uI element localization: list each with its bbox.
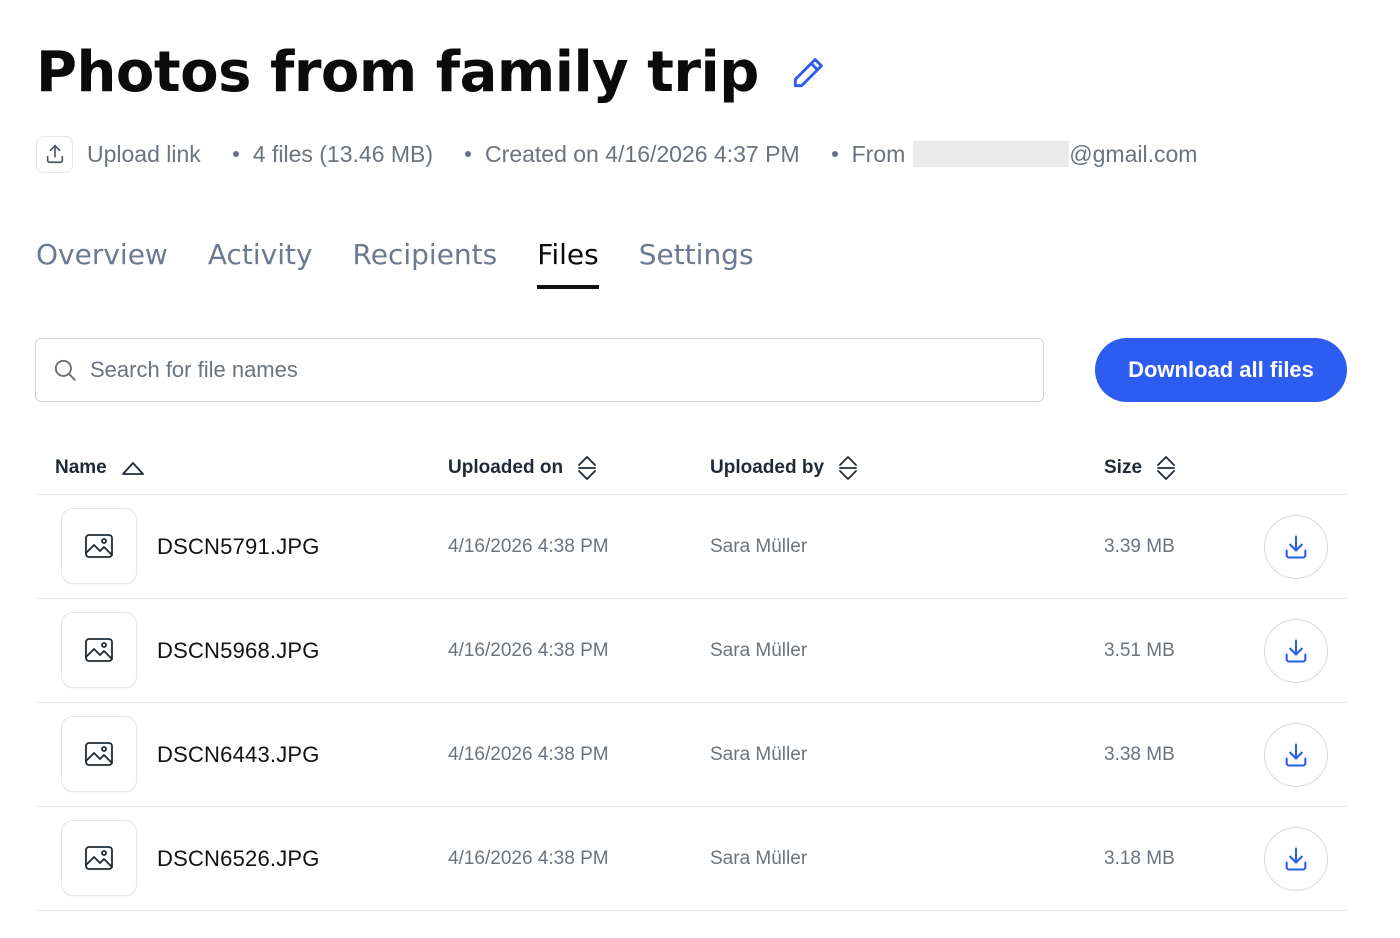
file-size: 3.38 MB bbox=[1104, 744, 1175, 765]
uploaded-by: Sara Müller bbox=[710, 536, 808, 557]
tab-overview[interactable]: Overview bbox=[36, 238, 168, 289]
file-name[interactable]: DSCN5968.JPG bbox=[157, 599, 320, 703]
files-summary: 4 files (13.46 MB) bbox=[252, 140, 434, 167]
sort-ascending-icon bbox=[121, 460, 145, 476]
download-file-button[interactable] bbox=[1264, 619, 1328, 683]
uploaded-by: Sara Müller bbox=[710, 744, 808, 765]
uploaded-by: Sara Müller bbox=[710, 848, 808, 869]
image-icon bbox=[61, 612, 137, 688]
upload-icon bbox=[36, 135, 73, 173]
search-input[interactable] bbox=[90, 357, 990, 383]
download-icon bbox=[1282, 637, 1310, 665]
column-header-name[interactable]: Name bbox=[55, 440, 145, 495]
uploaded-by: Sara Müller bbox=[710, 640, 808, 661]
separator-dot bbox=[465, 151, 472, 157]
files-table: Name Uploaded on Uploaded by Size DSCN57… bbox=[35, 440, 1347, 911]
column-label: Uploaded by bbox=[710, 456, 825, 478]
transfer-type: Upload link bbox=[87, 140, 201, 167]
column-header-size[interactable]: Size bbox=[1104, 440, 1176, 495]
image-icon bbox=[61, 820, 137, 896]
sort-icon bbox=[838, 455, 858, 481]
table-row: DSCN6526.JPG 4/16/2026 4:38 PM Sara Müll… bbox=[35, 807, 1347, 911]
file-size: 3.18 MB bbox=[1104, 848, 1175, 869]
tab-settings[interactable]: Settings bbox=[639, 238, 754, 289]
file-size: 3.51 MB bbox=[1104, 640, 1175, 661]
sort-icon bbox=[1156, 455, 1176, 481]
column-label: Size bbox=[1104, 456, 1143, 478]
title-row: Photos from family trip bbox=[36, 40, 827, 105]
image-icon bbox=[61, 508, 137, 584]
image-icon bbox=[61, 716, 137, 792]
download-icon bbox=[1282, 845, 1310, 873]
tab-bar: Overview Activity Recipients Files Setti… bbox=[36, 238, 794, 289]
transfer-meta: Upload link 4 files (13.46 MB) Created o… bbox=[36, 135, 1197, 173]
pencil-icon[interactable] bbox=[789, 54, 827, 92]
table-row: DSCN6443.JPG 4/16/2026 4:38 PM Sara Müll… bbox=[35, 703, 1347, 807]
file-name[interactable]: DSCN6526.JPG bbox=[157, 807, 320, 911]
download-file-button[interactable] bbox=[1264, 723, 1328, 787]
uploaded-on: 4/16/2026 4:38 PM bbox=[448, 640, 609, 661]
uploaded-on: 4/16/2026 4:38 PM bbox=[448, 744, 609, 765]
sort-icon bbox=[577, 455, 597, 481]
table-row: DSCN5968.JPG 4/16/2026 4:38 PM Sara Müll… bbox=[35, 599, 1347, 703]
file-name[interactable]: DSCN5791.JPG bbox=[157, 495, 320, 599]
created-date: Created on 4/16/2026 4:37 PM bbox=[485, 140, 800, 167]
from-email-domain: @gmail.com bbox=[1069, 140, 1198, 167]
from-label: From bbox=[851, 140, 906, 167]
search-box[interactable] bbox=[35, 338, 1044, 402]
download-file-button[interactable] bbox=[1264, 827, 1328, 891]
redacted-email bbox=[913, 141, 1070, 167]
column-label: Uploaded on bbox=[448, 456, 564, 478]
table-row: DSCN5791.JPG 4/16/2026 4:38 PM Sara Müll… bbox=[35, 495, 1347, 599]
file-size: 3.39 MB bbox=[1104, 536, 1175, 557]
uploaded-on: 4/16/2026 4:38 PM bbox=[448, 848, 609, 869]
column-header-uploaded-by[interactable]: Uploaded by bbox=[710, 440, 858, 495]
page-title: Photos from family trip bbox=[36, 40, 759, 105]
download-icon bbox=[1282, 533, 1310, 561]
separator-dot bbox=[232, 151, 239, 157]
table-header: Name Uploaded on Uploaded by Size bbox=[35, 440, 1347, 495]
column-header-uploaded-on[interactable]: Uploaded on bbox=[448, 440, 597, 495]
file-name[interactable]: DSCN6443.JPG bbox=[157, 703, 320, 807]
download-file-button[interactable] bbox=[1264, 515, 1328, 579]
tab-activity[interactable]: Activity bbox=[208, 238, 313, 289]
download-icon bbox=[1282, 741, 1310, 769]
search-icon bbox=[52, 357, 78, 383]
download-all-button[interactable]: Download all files bbox=[1095, 338, 1347, 402]
column-label: Name bbox=[55, 456, 107, 478]
tab-files[interactable]: Files bbox=[537, 238, 600, 289]
uploaded-on: 4/16/2026 4:38 PM bbox=[448, 536, 609, 557]
tab-recipients[interactable]: Recipients bbox=[353, 238, 498, 289]
separator-dot bbox=[831, 151, 838, 157]
